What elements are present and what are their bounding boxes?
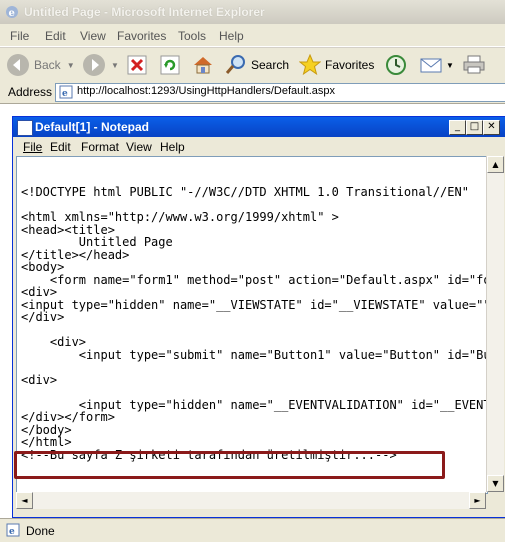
np-menu-edit[interactable]: Edit	[50, 140, 71, 154]
mail-button[interactable]: ▼	[420, 53, 454, 77]
notepad-line: <input type="hidden" name="__VIEWSTATE" …	[21, 297, 488, 312]
notepad-line: <html xmlns="http://www.w3.org/1999/xhtm…	[21, 210, 339, 224]
search-button[interactable]: Search	[225, 53, 289, 77]
menu-file[interactable]: File	[10, 29, 29, 43]
history-icon	[386, 55, 406, 75]
browser-menu-bar: File Edit View Favorites Tools Help	[0, 24, 505, 47]
svg-text:e: e	[9, 527, 15, 537]
browser-title-bar[interactable]: e Untitled Page - Microsoft Internet Exp…	[0, 0, 505, 24]
status-text: Done	[26, 524, 55, 538]
np-menu-view[interactable]: View	[126, 140, 152, 154]
notepad-line: <div>	[21, 335, 87, 349]
back-label: Back	[34, 58, 61, 72]
scroll-right-icon[interactable]: ►	[469, 492, 486, 509]
print-button[interactable]	[462, 53, 486, 77]
forward-dropdown-icon[interactable]: ▼	[111, 61, 119, 70]
notepad-line: <div>	[21, 285, 58, 299]
notepad-icon	[17, 120, 33, 136]
page-status-icon: e	[6, 523, 20, 537]
notepad-line: </div></form>	[21, 410, 115, 424]
scroll-up-icon[interactable]: ▲	[487, 156, 504, 173]
notepad-text-area[interactable]: <!DOCTYPE html PUBLIC "-//W3C//DTD XHTML…	[16, 156, 488, 494]
notepad-line: <div>	[21, 372, 58, 387]
notepad-title-bar[interactable]: Default[1] - Notepad _ □ ✕	[13, 117, 505, 137]
browser-title: Untitled Page - Microsoft Internet Explo…	[24, 5, 265, 19]
stop-icon	[127, 55, 147, 75]
back-dropdown-icon[interactable]: ▼	[67, 61, 75, 70]
address-label: Address	[8, 85, 53, 99]
notepad-line: </html>	[21, 435, 72, 449]
favorites-button[interactable]: Favorites	[299, 53, 374, 77]
notepad-line: Untitled Page	[21, 235, 173, 249]
minimize-icon[interactable]: _	[449, 120, 466, 135]
back-arrow-icon	[7, 54, 29, 76]
scroll-down-icon[interactable]: ▼	[487, 475, 504, 492]
address-bar: Address e http://localhost:1293/UsingHtt…	[0, 81, 505, 104]
page-icon: e	[59, 85, 73, 99]
maximize-icon[interactable]: □	[466, 120, 483, 135]
stop-button[interactable]	[127, 53, 147, 77]
notepad-menu-bar: File Edit Format View Help	[13, 137, 505, 156]
notepad-line	[21, 324, 487, 337]
np-menu-format[interactable]: Format	[81, 140, 119, 154]
scroll-left-icon[interactable]: ◄	[16, 492, 33, 509]
menu-edit[interactable]: Edit	[45, 29, 66, 43]
comment-highlight-box	[14, 451, 445, 479]
home-button[interactable]	[192, 53, 214, 77]
notepad-line: <form name="form1" method="post" action=…	[21, 272, 488, 287]
browser-toolbar: Back ▼ ▼ Search Favorites ▼	[0, 47, 505, 83]
np-menu-help[interactable]: Help	[160, 140, 185, 154]
search-label: Search	[251, 58, 290, 72]
forward-arrow-icon	[83, 54, 105, 76]
vertical-scrollbar[interactable]: ▲ ▼	[486, 156, 504, 492]
favorites-star-icon	[299, 54, 321, 76]
printer-icon	[463, 55, 485, 74]
address-input[interactable]: e http://localhost:1293/UsingHttpHandler…	[55, 83, 505, 102]
status-bar: e Done	[0, 518, 505, 542]
notepad-line: <body>	[21, 260, 65, 274]
home-icon	[194, 57, 212, 74]
mail-dropdown-icon[interactable]: ▼	[446, 61, 454, 70]
svg-text:e: e	[62, 89, 68, 99]
close-icon[interactable]: ✕	[483, 120, 500, 135]
horizontal-scrollbar[interactable]: ◄ ►	[16, 492, 486, 509]
notepad-title: Default[1] - Notepad	[35, 120, 149, 134]
menu-tools[interactable]: Tools	[178, 29, 206, 43]
notepad-line: </title></head>	[21, 247, 130, 262]
refresh-icon	[160, 55, 180, 75]
mail-icon	[420, 58, 442, 73]
ie-logo-icon: e	[6, 6, 18, 19]
svg-text:e: e	[9, 8, 15, 19]
notepad-line	[21, 361, 487, 374]
np-menu-file[interactable]: File	[23, 140, 42, 154]
notepad-content: <!DOCTYPE html PUBLIC "-//W3C//DTD XHTML…	[21, 161, 488, 461]
refresh-button[interactable]	[160, 53, 180, 77]
notepad-line: </body>	[21, 422, 72, 437]
history-button[interactable]	[385, 53, 407, 77]
back-button[interactable]: Back ▼	[6, 53, 75, 77]
menu-favorites[interactable]: Favorites	[117, 29, 166, 43]
notepad-line: <!DOCTYPE html PUBLIC "-//W3C//DTD XHTML…	[21, 185, 469, 199]
notepad-line: <input type="submit" name="Button1" valu…	[78, 347, 488, 362]
favorites-label: Favorites	[325, 58, 375, 72]
forward-button[interactable]: ▼	[82, 53, 119, 77]
notepad-line	[21, 161, 487, 174]
menu-view[interactable]: View	[80, 29, 106, 43]
menu-help[interactable]: Help	[219, 29, 244, 43]
search-icon	[225, 55, 245, 74]
notepad-line	[21, 386, 487, 399]
notepad-line: </div>	[21, 310, 65, 324]
address-value: http://localhost:1293/UsingHttpHandlers/…	[77, 85, 336, 97]
